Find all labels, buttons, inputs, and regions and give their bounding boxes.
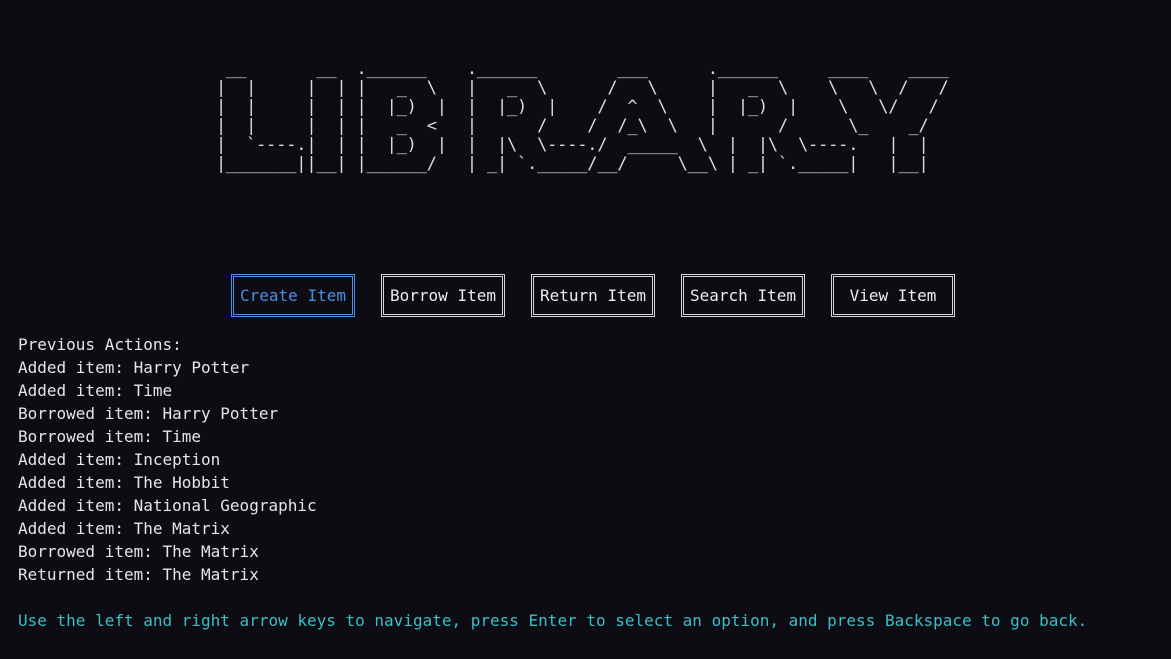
history-line: Added item: The Hobbit xyxy=(18,473,230,492)
library-ascii-banner: __ __ .______ .______ ___ .______ ____ _… xyxy=(216,59,949,174)
history-line: Borrowed item: Time xyxy=(18,427,202,446)
create-item-button[interactable]: Create Item xyxy=(231,274,355,317)
history-line: Added item: Time xyxy=(18,381,173,400)
search-item-button[interactable]: Search Item xyxy=(681,274,805,317)
history-line: Borrowed item: Harry Potter xyxy=(18,404,279,423)
previous-actions-log: Previous Actions: Added item: Harry Pott… xyxy=(18,333,317,586)
borrow-item-button[interactable]: Borrow Item xyxy=(381,274,505,317)
return-item-button[interactable]: Return Item xyxy=(531,274,655,317)
history-line: Returned item: The Matrix xyxy=(18,565,259,584)
history-line: Added item: The Matrix xyxy=(18,519,230,538)
previous-actions-title: Previous Actions: xyxy=(18,335,182,354)
history-line: Added item: Inception xyxy=(18,450,221,469)
navigation-hint: Use the left and right arrow keys to nav… xyxy=(18,611,1088,630)
view-item-button[interactable]: View Item xyxy=(831,274,955,317)
main-menu: Create Item Borrow Item Return Item Sear… xyxy=(231,274,955,317)
history-line: Borrowed item: The Matrix xyxy=(18,542,259,561)
history-line: Added item: Harry Potter xyxy=(18,358,250,377)
history-line: Added item: National Geographic xyxy=(18,496,317,515)
